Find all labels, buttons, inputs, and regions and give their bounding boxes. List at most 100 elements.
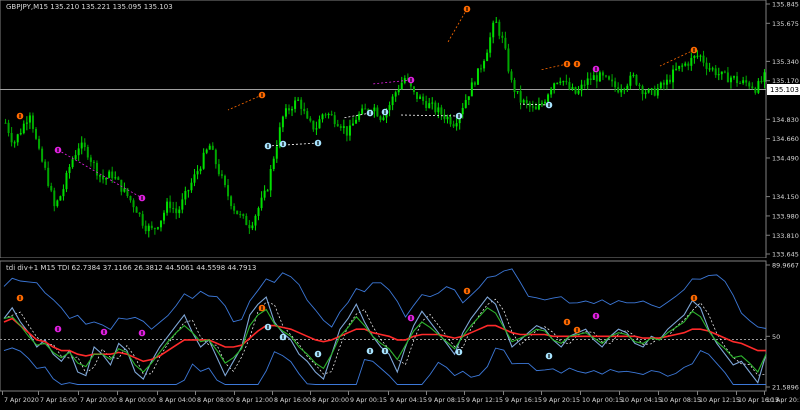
candle-body: [523, 100, 525, 102]
indicator-pane[interactable]: tdi div+1 M15 TDI 62.7384 37.1166 26.381…: [0, 261, 799, 392]
candle-body: [693, 56, 695, 58]
candle-body: [361, 109, 363, 114]
price-tick-label: 135.845: [772, 1, 799, 9]
time-tick-label: 7 Apr 2020: [4, 397, 39, 404]
candle-body: [349, 126, 351, 136]
price-tick-label: 134.660: [772, 135, 799, 143]
candle-body: [84, 143, 86, 147]
candle-body: [69, 167, 71, 173]
candle-body: [489, 37, 491, 52]
candle-body: [715, 68, 717, 75]
candle-body: [276, 146, 278, 158]
candle-body: [678, 66, 680, 69]
candle-body: [398, 89, 400, 92]
candle-body: [154, 228, 156, 229]
candle-body: [507, 48, 509, 71]
candle-body: [471, 82, 473, 96]
price-pane[interactable]: GBPJPY,M15 135.210 135.221 135.095 135.1…: [0, 0, 800, 259]
candle-body: [87, 147, 89, 157]
candle-body: [642, 86, 644, 94]
price-signals: [17, 6, 698, 202]
candle-body: [239, 214, 241, 215]
time-tick-label: 10 Apr 08:15: [660, 397, 701, 404]
last-price-label: 135.103: [770, 86, 799, 94]
candle-body: [291, 109, 293, 110]
candle-body: [294, 100, 296, 108]
candle-body: [75, 155, 77, 159]
buy-signal-icon: [280, 141, 287, 148]
candle-body: [456, 123, 458, 126]
candle-body: [325, 114, 327, 115]
candle-body: [428, 103, 430, 108]
candle-body: [462, 108, 464, 114]
candle-body: [635, 75, 637, 85]
candle-body: [751, 86, 753, 88]
time-tick-label: 8 Apr 16:00: [274, 397, 311, 404]
candle-body: [608, 76, 610, 79]
indicator-tick-label: 89.9667: [772, 262, 799, 270]
candle-body: [492, 23, 494, 38]
candle-body: [245, 216, 247, 225]
time-tick-label: 7 Apr 20:00: [80, 397, 117, 404]
time-axis: 7 Apr 20207 Apr 16:007 Apr 20:008 Apr 00…: [3, 391, 800, 404]
price-tick-label: 133.645: [772, 251, 799, 259]
sell-signal-icon: [55, 326, 62, 333]
sell-signal-icon: [564, 61, 571, 68]
candle-body: [599, 72, 601, 81]
sell-signal-icon: [139, 330, 146, 337]
candle-body: [288, 108, 290, 110]
candle-body: [532, 106, 534, 107]
time-tick-label: 9 Apr 12:15: [466, 397, 503, 404]
candle-body: [111, 172, 113, 179]
candle-body: [645, 93, 647, 94]
candle-body: [215, 150, 217, 164]
candle-body: [50, 186, 52, 191]
candle-body: [517, 91, 519, 92]
candle-body: [544, 102, 546, 104]
sell-signal-icon: [691, 47, 698, 54]
candle-body: [322, 114, 324, 119]
candle-body: [450, 117, 452, 124]
candle-body: [175, 208, 177, 213]
time-tick-label: 8 Apr 00:00: [119, 397, 156, 404]
candle-body: [760, 81, 762, 82]
sell-signal-icon: [593, 313, 600, 320]
candle-body: [629, 76, 631, 86]
candle-body: [136, 207, 138, 213]
candle-body: [690, 58, 692, 66]
candle-body: [29, 115, 31, 122]
price-tick-label: 133.980: [772, 212, 799, 220]
candle-body: [581, 85, 583, 91]
candle-body: [148, 226, 150, 231]
candle-body: [620, 90, 622, 93]
candle-body: [78, 148, 80, 155]
candle-body: [465, 100, 467, 108]
time-tick-label: 7 Apr 16:00: [40, 397, 77, 404]
buy-signal-icon: [265, 324, 272, 331]
candle-body: [431, 103, 433, 104]
candle-body: [62, 189, 64, 196]
chart-canvas[interactable]: GBPJPY,M15 135.210 135.221 135.095 135.1…: [0, 0, 800, 406]
candle-body: [468, 96, 470, 100]
candle-body: [212, 146, 214, 150]
candle-body: [300, 100, 302, 109]
candle-body: [270, 169, 272, 190]
candle-body: [477, 68, 479, 84]
candle-body: [526, 100, 528, 103]
candle-body: [206, 150, 208, 153]
candle-body: [382, 117, 384, 120]
candle-body: [422, 97, 424, 101]
indicator-axis: 89.96675021.5896: [766, 262, 799, 392]
sell-signal-icon: [55, 147, 62, 154]
candle-body: [197, 171, 199, 174]
buy-signal-icon: [456, 349, 463, 356]
sell-signal-icon: [259, 92, 266, 99]
sell-signal-icon: [408, 315, 415, 322]
candle-body: [258, 208, 260, 216]
candle-body: [142, 214, 144, 226]
candle-body: [230, 196, 232, 206]
price-tick-label: 134.490: [772, 154, 799, 162]
mt4-chart-window[interactable]: GBPJPY,M15 135.210 135.221 135.095 135.1…: [0, 0, 800, 406]
candle-body: [437, 107, 439, 112]
candle-body: [203, 153, 205, 169]
